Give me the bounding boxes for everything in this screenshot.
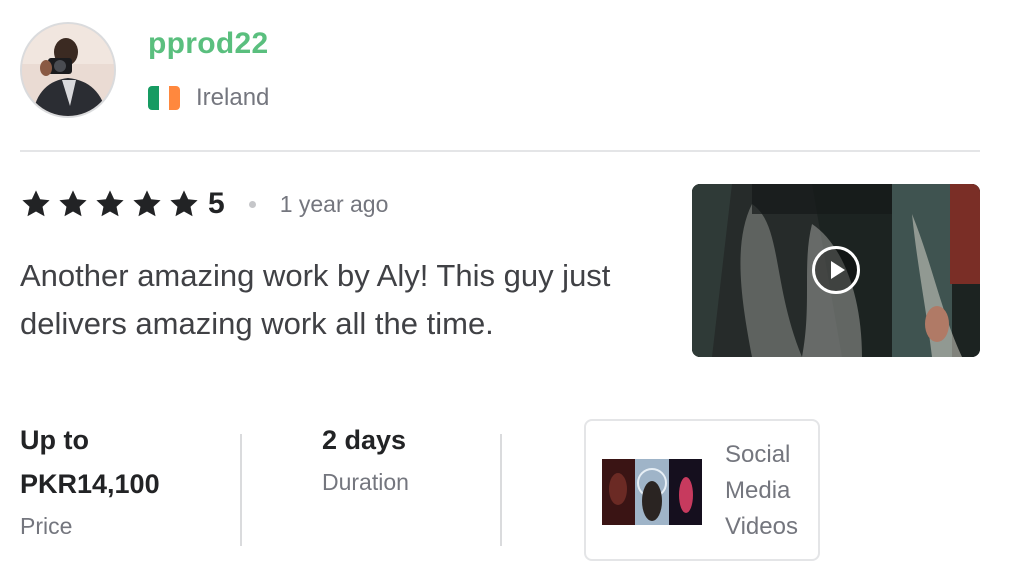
ireland-flag-icon: [148, 86, 180, 110]
separator-dot: [248, 200, 256, 208]
star-icon: [59, 190, 87, 217]
category-name: Social Media Videos: [725, 441, 798, 540]
play-icon: [831, 261, 845, 279]
price-stat: Up to PKR14,100 Price: [20, 418, 160, 546]
star-rating: [20, 188, 200, 220]
price-prefix: Up to: [20, 425, 89, 455]
review-text: Another amazing work by Aly! This guy ju…: [20, 258, 611, 341]
section-divider: [20, 150, 980, 152]
price-label: Price: [20, 513, 73, 539]
price-value: PKR14,100: [20, 469, 160, 499]
star-icon: [133, 190, 161, 217]
stat-divider: [500, 434, 502, 546]
reviewer-avatar[interactable]: [20, 22, 116, 118]
duration-stat: 2 days Duration: [322, 418, 409, 502]
category-collage-image: [602, 459, 702, 525]
star-icon: [96, 190, 124, 217]
duration-value: 2 days: [322, 425, 407, 455]
review-time-ago: 1 year ago: [279, 190, 389, 217]
review-video-thumbnail[interactable]: [692, 184, 980, 357]
star-icon: [22, 190, 50, 217]
gig-category-card[interactable]: Social Media Videos: [584, 419, 820, 561]
star-icon: [170, 190, 198, 217]
rating-row: 5 1 year ago: [20, 186, 388, 222]
reviewer-country-row: Ireland: [148, 84, 269, 112]
flag-stripe-green: [148, 86, 159, 110]
reviewer-country: Ireland: [196, 84, 270, 111]
duration-label: Duration: [322, 469, 409, 495]
play-button[interactable]: [812, 246, 860, 294]
reviewer-username[interactable]: pprod22: [148, 27, 268, 61]
avatar-photo: [22, 24, 114, 116]
flag-stripe-white: [158, 86, 170, 110]
category-thumbnail: [602, 459, 702, 525]
flag-stripe-orange: [169, 86, 180, 110]
rating-score: 5: [208, 187, 225, 220]
stat-divider: [240, 434, 242, 546]
